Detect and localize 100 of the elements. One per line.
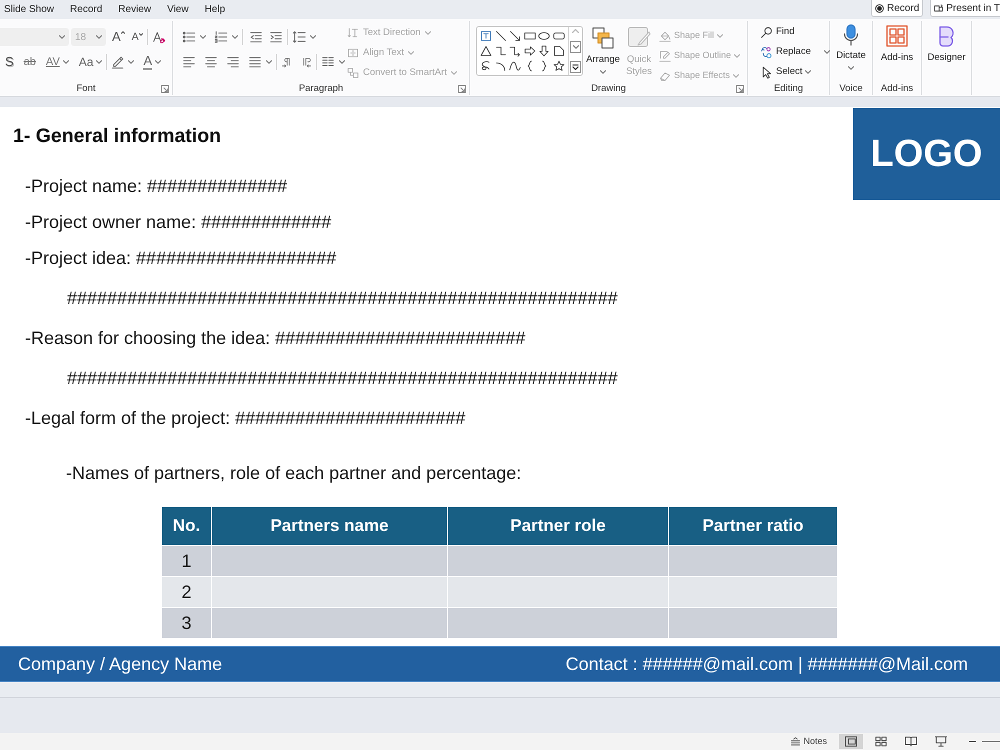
right-to-left-icon[interactable] [301,56,312,68]
increase-indent-icon[interactable] [269,30,283,44]
table-header-cell-text: No. [172,515,202,538]
chevron-down-icon [96,35,102,39]
slide-sorter-icon[interactable] [875,736,887,747]
clear-formatting-icon[interactable] [152,30,166,44]
company-name: Company / Agency Name [18,652,222,676]
align-left-icon[interactable] [182,55,196,69]
chevron-down-icon [600,70,606,74]
paint-bucket-icon [659,30,671,42]
present-button[interactable]: Present in T [930,0,1000,17]
columns-icon [321,55,335,69]
triangle-shape-icon[interactable] [480,44,492,57]
add-ins-button[interactable]: Add-ins [880,25,914,83]
bullets-button[interactable] [182,30,206,44]
snip-rectangle-shape-icon[interactable] [552,44,565,57]
chevron-down-icon [717,34,724,38]
logo: LOGO [853,108,1000,200]
elbow-connector-shape-icon[interactable] [494,44,507,57]
menu-tab[interactable]: Record [70,0,102,19]
chevron-down-icon [62,60,69,64]
pointer-icon [760,66,773,78]
replace-button[interactable]: Replace [760,42,830,62]
scroll-down-button[interactable] [570,41,582,53]
replace-icon [760,46,773,58]
convert-smartart-icon [347,67,359,79]
chevron-down-icon [824,50,830,54]
text-box-shape-icon[interactable] [480,30,492,42]
bullet-list-icon [182,30,196,44]
chevron-down-icon [805,70,812,74]
right-arrow-shape-icon[interactable] [524,44,536,57]
star-shape-icon[interactable] [552,60,565,72]
microphone-icon [842,24,859,46]
chevron-down-icon [734,54,740,58]
align-text-icon [347,47,359,59]
placeholder-line: ####################################################### [67,287,618,309]
left-to-right-icon[interactable] [281,56,292,68]
chevron-down-icon [408,51,414,55]
elbow-arrow-connector-shape-icon[interactable] [509,44,522,57]
normal-view-icon[interactable] [845,736,857,747]
menu-tab[interactable]: Help [204,0,226,19]
view-button[interactable] [839,734,863,749]
arrange-button[interactable]: Arrange [585,26,621,74]
menu-tab[interactable]: View [167,0,189,19]
chevron-down-icon [128,60,134,64]
find-button[interactable]: Find [760,22,794,42]
chevron-down-icon [200,35,206,39]
chevron-down-icon [732,74,739,78]
freeform-scribble-shape-icon[interactable] [480,60,492,72]
group-label: Drawing [591,83,626,95]
group-label: Font [76,83,96,95]
align-right-icon[interactable] [226,55,240,69]
highlighter-icon [111,55,126,69]
add-ins-grid-icon [886,25,908,47]
slideshow-icon[interactable] [935,736,947,747]
field-line: -Project owner name: ############# [25,211,332,233]
notes-icon [790,737,802,746]
group-label: Voice [839,83,863,95]
row-number-cell-text: 2 [180,580,192,604]
placeholder-line: ####################################################### [67,367,618,389]
search-icon [760,26,773,38]
justify-button[interactable] [248,55,272,69]
more-shapes-button[interactable] [570,61,582,73]
chevron-down-icon [232,35,238,39]
numbering-button[interactable] [214,30,238,44]
dialog-launcher-icon[interactable] [458,85,466,93]
field-line: -Legal form of the project: ####################### [25,407,466,429]
oval-shape-icon[interactable] [538,30,550,42]
line-shape-icon[interactable] [494,30,507,42]
rounded-rectangle-shape-icon[interactable] [552,30,565,42]
arc-shape-icon[interactable] [494,60,507,72]
select-button[interactable]: Select [760,62,812,82]
field-line: -Reason for choosing the idea: ######################### [25,327,526,349]
group-label: Paragraph [298,83,344,95]
arrow-line-shape-icon[interactable] [509,30,522,42]
more-icon [572,64,580,70]
chevron-down-icon [848,66,854,70]
chevron-down-icon [572,45,579,49]
dictate-button[interactable]: Dictate [836,24,866,83]
line-spacing-button[interactable] [292,30,316,44]
chevron-down-icon [424,31,431,35]
columns-button[interactable] [321,55,345,69]
dialog-launcher-icon[interactable] [736,85,744,93]
menu-tab[interactable]: Slide Show [4,0,54,19]
partners-intro: -Names of partners, role of each partner and percentage: [66,462,522,484]
decrease-indent-icon[interactable] [249,30,263,44]
quick-styles-icon [627,26,651,50]
menu-tab[interactable]: Review [118,0,152,19]
record-button[interactable]: Record [871,0,924,17]
curve-shape-icon[interactable] [509,60,522,72]
align-center-icon[interactable] [204,55,218,69]
record-dot-icon [875,4,884,12]
notes-button[interactable]: Notes [790,734,827,748]
pen-outline-icon [659,50,671,62]
highlight-button[interactable] [111,55,134,69]
reading-view-icon[interactable] [905,736,917,747]
zoom-out-icon[interactable] [969,740,976,743]
rectangle-shape-icon[interactable] [524,30,536,42]
down-arrow-shape-icon[interactable] [538,44,550,57]
designer-button[interactable]: Designer [927,25,966,83]
